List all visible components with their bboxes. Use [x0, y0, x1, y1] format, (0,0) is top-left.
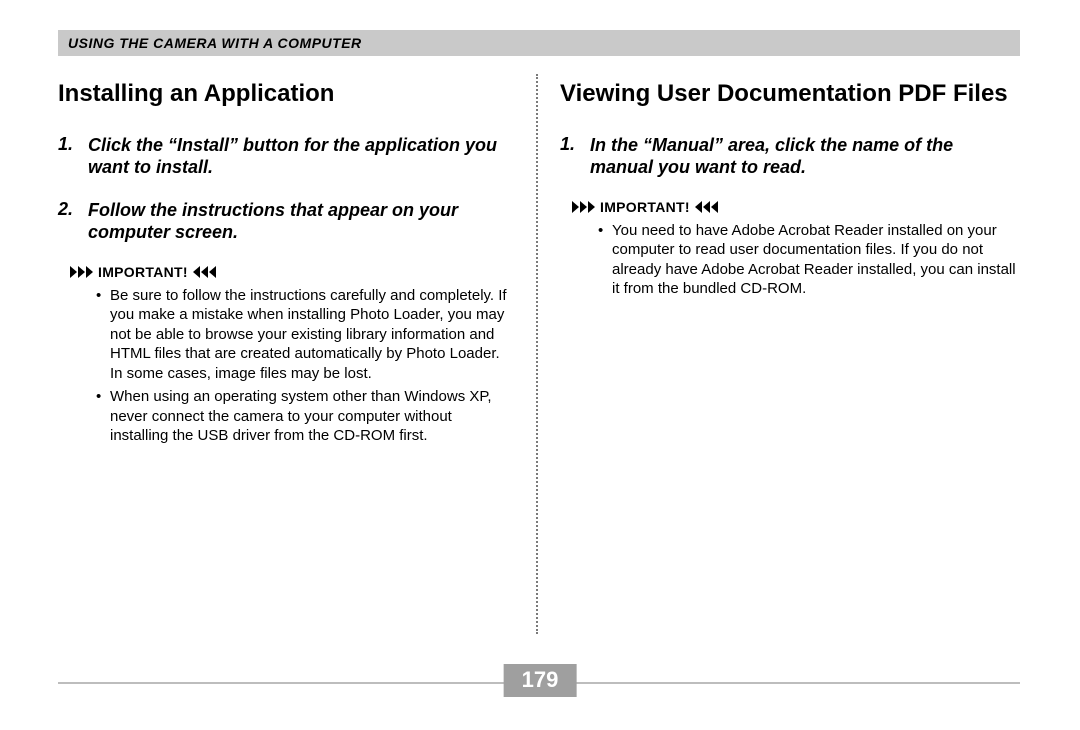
- bullet-dot-icon: •: [96, 286, 110, 384]
- triangle-right-icon: [70, 266, 94, 278]
- bullet-dot-icon: •: [598, 221, 612, 299]
- step-number: 1.: [560, 134, 590, 179]
- section-header-bar: USING THE CAMERA WITH A COMPUTER: [58, 30, 1020, 56]
- bullet-item: • You need to have Adobe Acrobat Reader …: [598, 221, 1016, 299]
- step-text: Click the “Install” button for the appli…: [88, 134, 514, 179]
- step-item: 1. Click the “Install” button for the ap…: [58, 134, 514, 179]
- triangle-left-icon: [192, 266, 216, 278]
- right-heading: Viewing User Documentation PDF Files: [560, 80, 1016, 108]
- bullet-text: Be sure to follow the instructions caref…: [110, 286, 514, 384]
- important-label: IMPORTANT!: [600, 199, 690, 215]
- page-number-badge: 179: [504, 664, 577, 697]
- important-callout: IMPORTANT!: [572, 199, 1016, 215]
- important-callout: IMPORTANT!: [70, 264, 514, 280]
- right-column: Viewing User Documentation PDF Files 1. …: [538, 80, 1016, 640]
- bullet-dot-icon: •: [96, 387, 110, 446]
- step-item: 2. Follow the instructions that appear o…: [58, 199, 514, 244]
- bullet-text: You need to have Adobe Acrobat Reader in…: [612, 221, 1016, 299]
- left-column: Installing an Application 1. Click the “…: [58, 80, 536, 640]
- step-text: In the “Manual” area, click the name of …: [590, 134, 1016, 179]
- section-header-text: USING THE CAMERA WITH A COMPUTER: [68, 35, 362, 51]
- bullet-item: • When using an operating system other t…: [96, 387, 514, 446]
- step-item: 1. In the “Manual” area, click the name …: [560, 134, 1016, 179]
- step-number: 1.: [58, 134, 88, 179]
- triangle-right-icon: [572, 201, 596, 213]
- page-number: 179: [522, 667, 559, 692]
- bullet-item: • Be sure to follow the instructions car…: [96, 286, 514, 384]
- left-heading: Installing an Application: [58, 80, 514, 108]
- bullet-text: When using an operating system other tha…: [110, 387, 514, 446]
- step-text: Follow the instructions that appear on y…: [88, 199, 514, 244]
- step-number: 2.: [58, 199, 88, 244]
- important-label: IMPORTANT!: [98, 264, 188, 280]
- triangle-left-icon: [694, 201, 718, 213]
